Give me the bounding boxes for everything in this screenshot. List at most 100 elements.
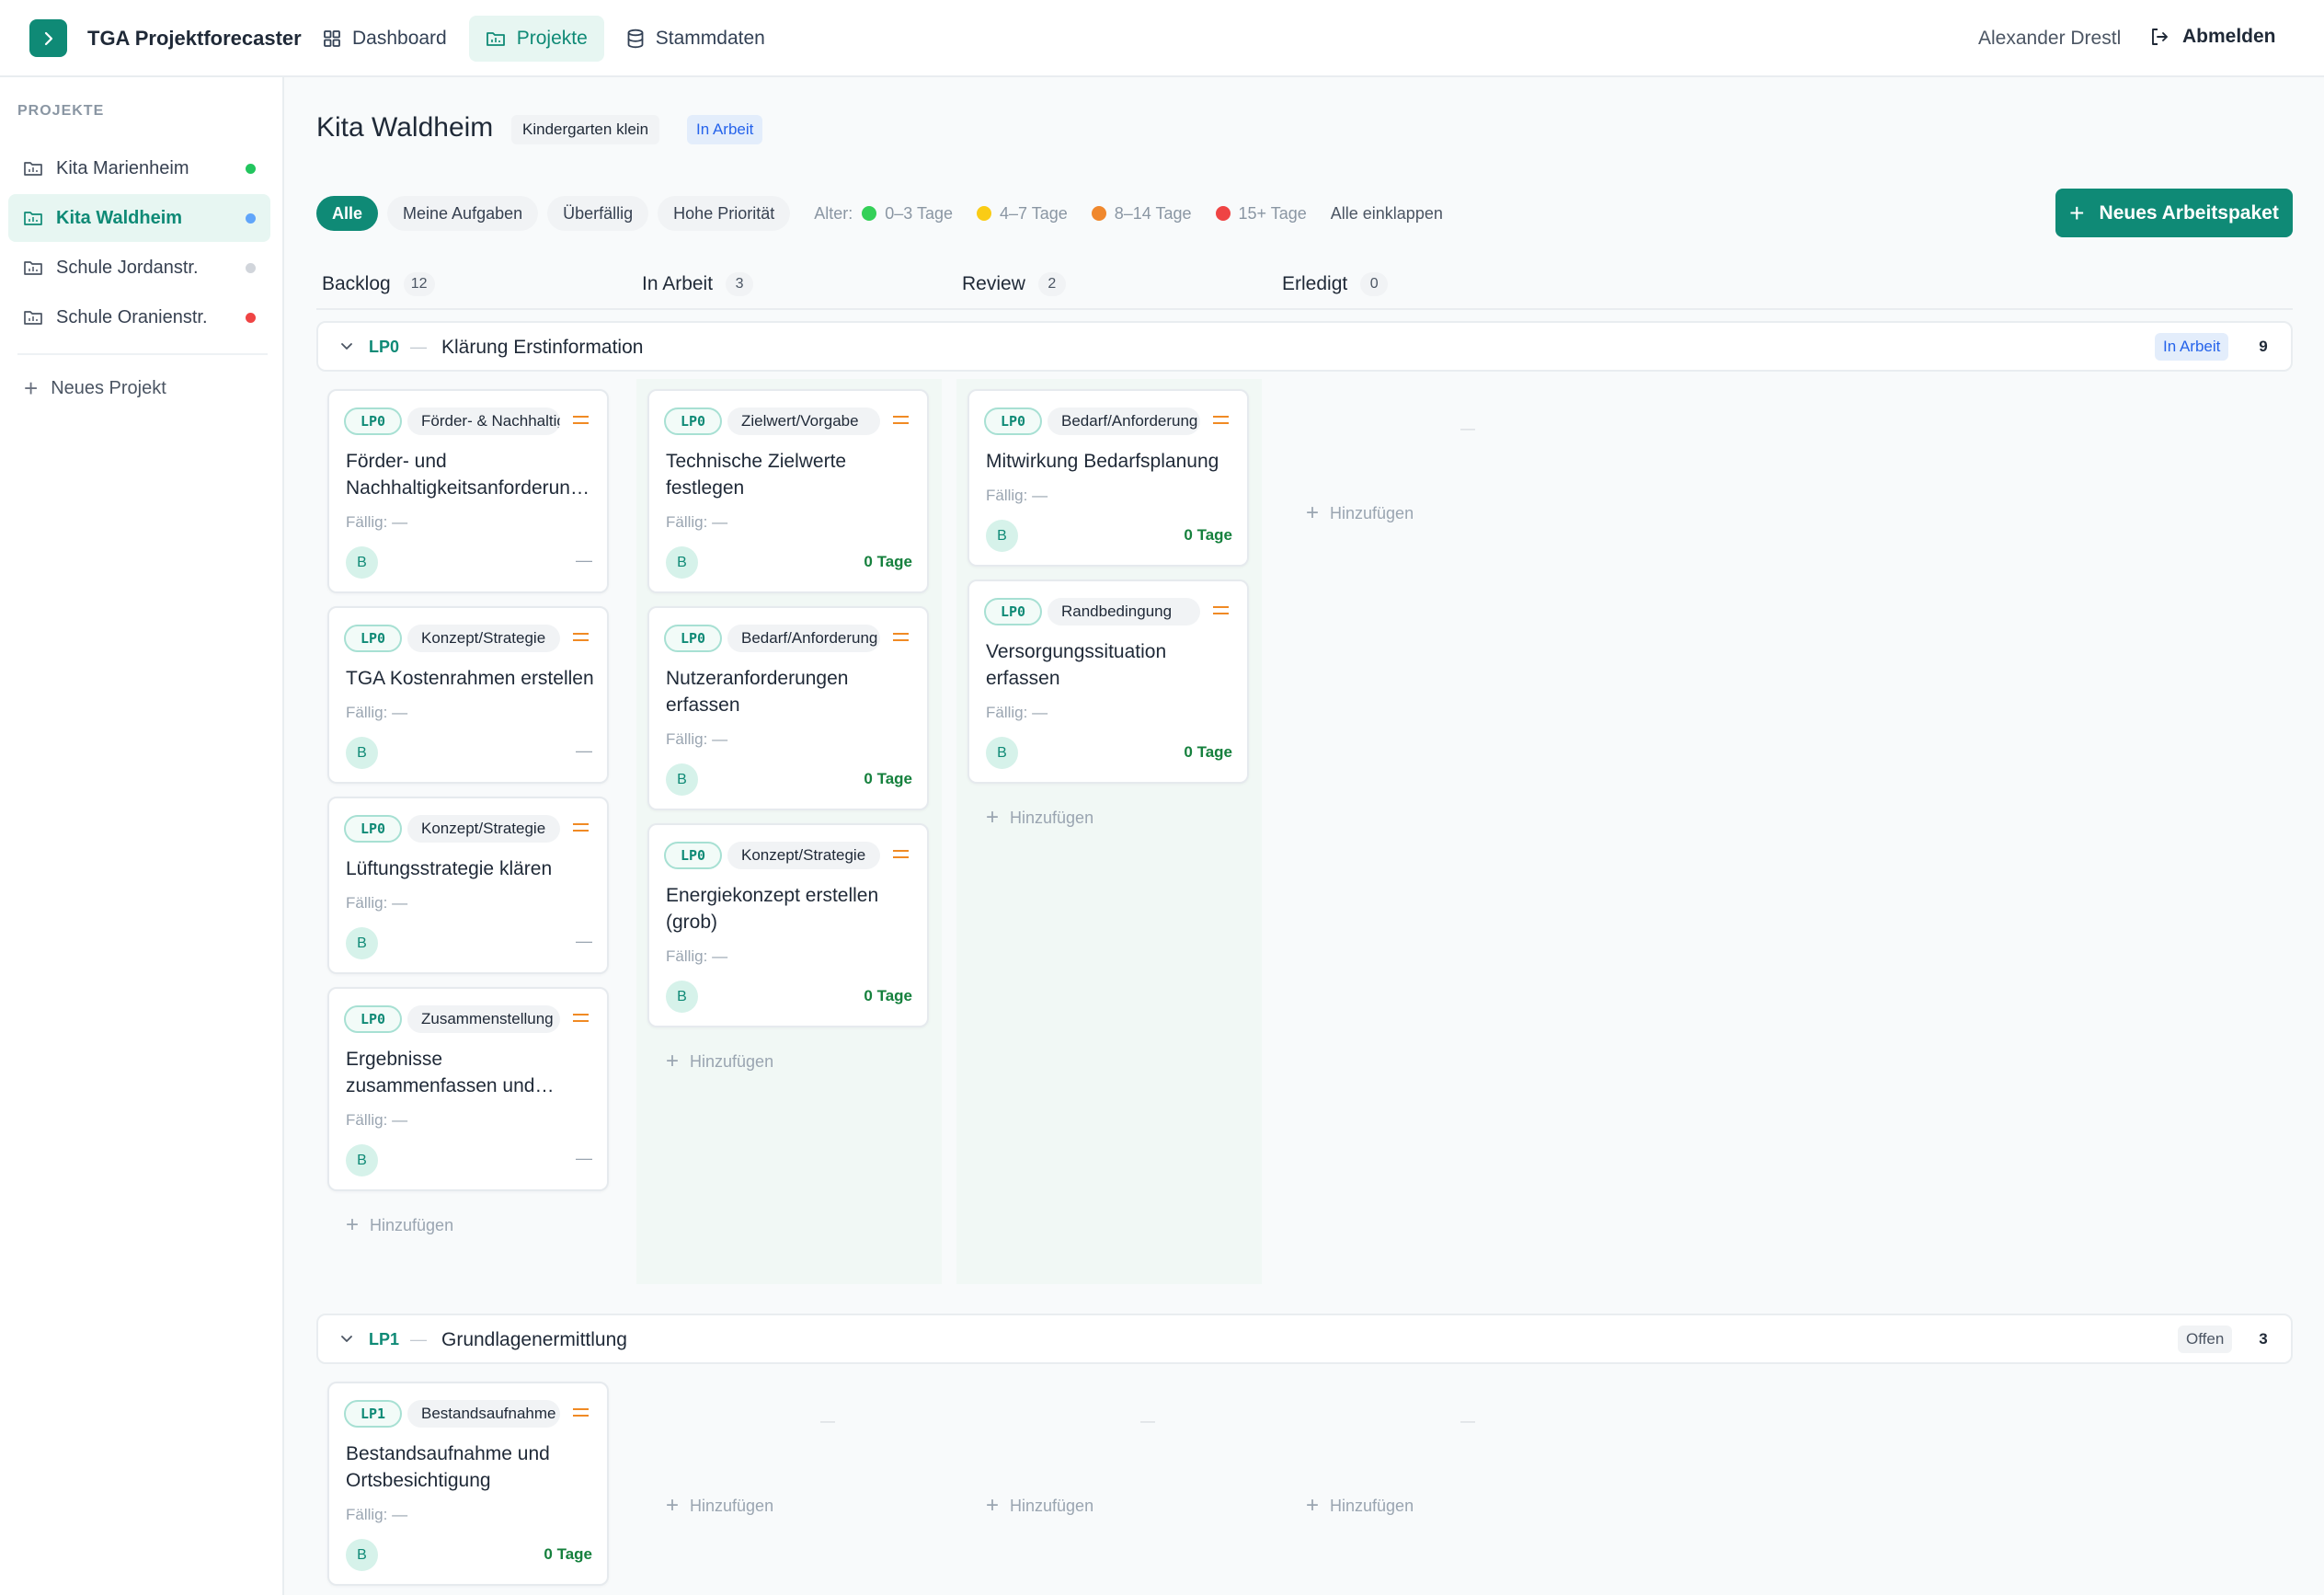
add-card-label: Hinzufügen <box>1010 808 1094 827</box>
card-age: 0 Tage <box>544 1545 592 1563</box>
card-title: Technische Zielwerte festlegen <box>666 451 847 499</box>
card-lp-tag: LP0 <box>984 598 1042 625</box>
nav-stammdaten[interactable]: Stammdaten <box>610 16 782 62</box>
card-category-tag: Zielwert/Vorgabe <box>727 407 880 435</box>
brand[interactable]: TGA Projektforecaster <box>29 19 302 57</box>
work-package-card[interactable]: LP0 Zielwert/Vorgabe Technische Zielwerte … <box>647 389 929 593</box>
card-lp-tag: LP0 <box>984 407 1042 435</box>
card-due: Fällig: — <box>346 513 408 531</box>
filter-meine-aufgaben[interactable]: Meine Aufgaben <box>387 196 539 231</box>
nav-projekte[interactable]: Projekte <box>468 16 604 62</box>
priority-medium-icon <box>1213 606 1229 619</box>
card-age: 0 Tage <box>864 770 912 787</box>
sidebar-item-label: Schule Oranienstr. <box>56 306 208 327</box>
add-card-button[interactable]: + Hinzufügen <box>346 1214 453 1236</box>
plus-icon: + <box>986 805 1000 830</box>
age-dot <box>1215 206 1231 221</box>
plus-icon: + <box>1306 1493 1320 1518</box>
work-package-card[interactable]: LP0 Konzept/Strategie TGA Kostenrahmen ers… <box>327 606 609 784</box>
avatar[interactable]: B <box>666 981 698 1013</box>
group-separator: — <box>410 1330 427 1348</box>
add-card-button[interactable]: + Hinzufügen <box>986 807 1093 829</box>
database-icon <box>627 29 644 49</box>
add-card-button[interactable]: + Hinzufügen <box>1306 1495 1414 1517</box>
add-card-button[interactable]: + Hinzufügen <box>666 1050 773 1073</box>
card-lp-tag: LP0 <box>344 1005 402 1033</box>
chevron-down-icon[interactable] <box>338 338 355 354</box>
priority-medium-icon <box>573 416 589 429</box>
work-package-card[interactable]: LP0 Konzept/Strategie Energiekonzept erste… <box>647 823 929 1027</box>
collapse-all-button[interactable]: Alle einklappen <box>1331 204 1443 224</box>
filter-ueberfaellig[interactable]: Überfällig <box>547 196 649 231</box>
add-card-label: Hinzufügen <box>370 1215 454 1234</box>
avatar[interactable]: B <box>986 520 1018 552</box>
card-age: 0 Tage <box>1184 743 1232 761</box>
card-title: Mitwirkung Bedarfsplanung <box>986 451 1219 472</box>
add-card-button[interactable]: + Hinzufügen <box>666 1495 773 1517</box>
logout-button[interactable]: Abmelden <box>2149 26 2276 48</box>
app-name: TGA Projektforecaster <box>87 26 302 50</box>
status-dot <box>246 263 256 273</box>
card-title: Förder- und Nachhaltigkeitsanforderungen… <box>346 451 596 499</box>
empty-column-marker: — <box>1140 1414 1155 1429</box>
group-separator: — <box>410 338 427 356</box>
group-header-lp1[interactable]: LP1 — Grundlagenermittlung Offen 3 <box>316 1314 2293 1364</box>
chevron-down-icon[interactable] <box>338 1330 355 1347</box>
sidebar-item-project[interactable]: Kita Marienheim <box>8 144 270 192</box>
new-project-label: Neues Projekt <box>51 377 166 398</box>
filter-hohe-prioritaet[interactable]: Hohe Priorität <box>658 196 791 231</box>
empty-column-marker: — <box>1460 1414 1475 1429</box>
card-category-tag: Konzept/Strategie <box>407 625 560 652</box>
plus-icon: + <box>986 1493 1000 1518</box>
card-category-tag: Konzept/Strategie <box>407 815 560 843</box>
avatar[interactable]: B <box>346 737 378 769</box>
avatar[interactable]: B <box>346 1539 378 1571</box>
logout-icon <box>2152 29 2168 45</box>
sidebar-item-project[interactable]: Schule Oranienstr. <box>8 293 270 341</box>
avatar[interactable]: B <box>666 546 698 579</box>
add-card-button[interactable]: + Hinzufügen <box>986 1495 1093 1517</box>
column-header-divider <box>316 308 2293 310</box>
empty-column-marker: — <box>1460 421 1475 437</box>
avatar[interactable]: B <box>986 737 1018 769</box>
user-name: Alexander Drestl <box>1978 28 2122 49</box>
group-status-badge: Offen <box>2178 1325 2233 1353</box>
card-lp-tag: LP0 <box>344 625 402 652</box>
card-due: Fällig: — <box>986 704 1048 721</box>
add-card-label: Hinzufügen <box>1330 1496 1414 1515</box>
work-package-card[interactable]: LP0Förder- & Nachhaltigkeit Förder- und N… <box>327 389 609 593</box>
nav-dashboard[interactable]: Dashboard <box>306 16 464 62</box>
work-package-card[interactable]: LP0 Zusammenstellung Ergebnisse zusammenfa… <box>327 987 609 1191</box>
group-header-lp0[interactable]: LP0 — Klärung Erstinformation In Arbeit … <box>316 321 2293 372</box>
sidebar-item-project[interactable]: Kita Waldheim <box>8 194 270 242</box>
work-package-card[interactable]: LP1 Bestandsaufnahme Bestandsaufnahme und … <box>327 1382 609 1586</box>
age-legend-item: 15+ Tage <box>1215 204 1307 224</box>
card-due: Fällig: — <box>666 730 728 748</box>
avatar[interactable]: B <box>346 927 378 959</box>
card-lp-tag: LP0 <box>664 842 722 869</box>
card-category-tag: Bestandsaufnahme <box>407 1400 560 1428</box>
column-header-in-arbeit: In Arbeit 3 <box>642 272 754 296</box>
group-code: LP0 <box>369 338 400 356</box>
priority-medium-icon <box>573 1408 589 1421</box>
add-card-button[interactable]: + Hinzufügen <box>1306 502 1414 524</box>
folder-icon <box>24 162 42 176</box>
sidebar-item-label: Schule Jordanstr. <box>56 257 199 278</box>
filter-alle[interactable]: Alle <box>316 196 379 231</box>
sidebar-item-project[interactable]: Schule Jordanstr. <box>8 244 270 292</box>
column-count: 2 <box>1037 272 1066 296</box>
work-package-card[interactable]: LP0 Bedarf/Anforderung Nutzeranforderungen… <box>647 606 929 810</box>
work-package-card[interactable]: LP0 Bedarf/Anforderung Mitwirkung Bedarfsp… <box>967 389 1249 567</box>
avatar[interactable]: B <box>346 1144 378 1176</box>
new-work-package-button[interactable]: + Neues Arbeitspaket <box>2055 189 2293 237</box>
nav-label: Stammdaten <box>655 28 765 49</box>
plus-icon: + <box>666 1493 680 1518</box>
avatar[interactable]: B <box>666 763 698 796</box>
age-dot <box>1091 206 1106 221</box>
work-package-card[interactable]: LP0 Randbedingung Versorgungssituation erf… <box>967 579 1249 784</box>
card-title: Ergebnisse zusammenfassen und dokumentie… <box>346 1049 535 1096</box>
card-due: Fällig: — <box>666 513 728 531</box>
new-project-button[interactable]: + Neues Projekt <box>24 376 166 400</box>
avatar[interactable]: B <box>346 546 378 579</box>
work-package-card[interactable]: LP0 Konzept/Strategie Lüftungsstrategie kl… <box>327 797 609 974</box>
